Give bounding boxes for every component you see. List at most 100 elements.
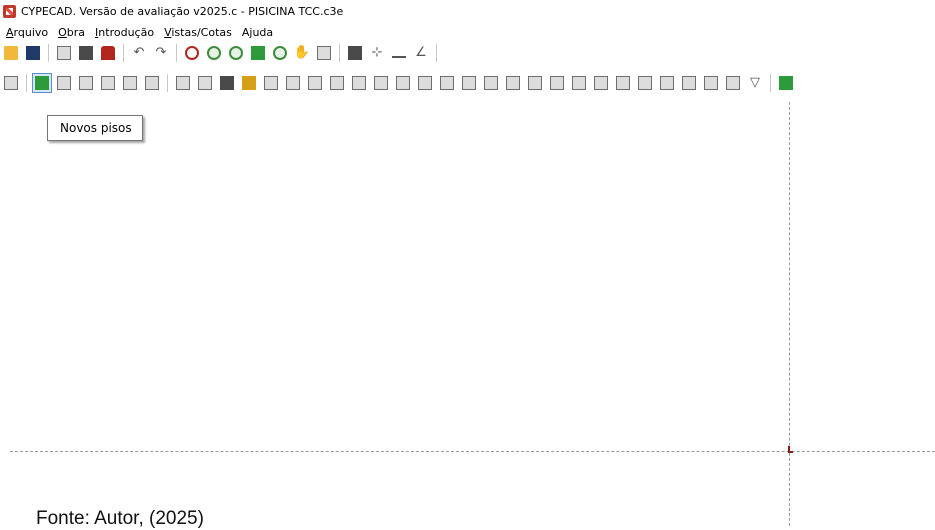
merge-button[interactable] — [591, 73, 611, 93]
dimension-icon — [392, 48, 406, 58]
wall-icon — [286, 76, 300, 90]
save-button[interactable] — [23, 43, 43, 63]
beam-button[interactable] — [261, 73, 281, 93]
redo-button[interactable]: ↷ — [151, 43, 171, 63]
magnet-button[interactable] — [98, 43, 118, 63]
slab-icon — [308, 76, 322, 90]
calculate-button[interactable] — [776, 73, 796, 93]
toolbar-separator — [339, 44, 340, 62]
align-icon — [572, 76, 586, 90]
opening-button[interactable] — [327, 73, 347, 93]
undo-button[interactable]: ↶ — [129, 43, 149, 63]
loads-icon — [462, 76, 476, 90]
snap-button[interactable]: ⊹ — [367, 43, 387, 63]
open-button[interactable] — [1, 43, 21, 63]
zoom-all-button[interactable] — [204, 43, 224, 63]
slab-button[interactable] — [305, 73, 325, 93]
k-icon — [616, 76, 630, 90]
tree-button[interactable] — [723, 73, 743, 93]
column-data-button[interactable] — [195, 73, 215, 93]
loads-button[interactable] — [459, 73, 479, 93]
zoom-previous-icon — [229, 46, 243, 60]
foundation-icon — [220, 76, 234, 90]
zoom-out-button[interactable] — [270, 43, 290, 63]
toolbar-separator — [26, 74, 27, 92]
new-floors-icon — [35, 76, 49, 90]
toolbar-separator — [123, 44, 124, 62]
copy-floors-button[interactable] — [98, 73, 118, 93]
menu-obra[interactable]: Obra — [54, 26, 89, 39]
delete-floors-button[interactable] — [76, 73, 96, 93]
table-icon — [528, 76, 542, 90]
wall-support-button[interactable] — [701, 73, 721, 93]
magnet-icon — [101, 46, 115, 60]
opening-icon — [330, 76, 344, 90]
split-button[interactable] — [547, 73, 567, 93]
merge-icon — [594, 76, 608, 90]
ribbed-icon — [418, 76, 432, 90]
edit-icon — [484, 76, 498, 90]
cypecad-app-icon[interactable] — [3, 4, 16, 18]
toolbar-separator — [176, 44, 177, 62]
floor-groups-button[interactable] — [142, 73, 162, 93]
floors-button[interactable] — [1, 73, 21, 93]
foundation-button[interactable] — [217, 73, 237, 93]
view-button[interactable] — [314, 43, 334, 63]
floor-data-button[interactable] — [120, 73, 140, 93]
view-icon — [317, 46, 331, 60]
table-button[interactable] — [525, 73, 545, 93]
floors-icon — [4, 76, 18, 90]
dimension-button[interactable] — [389, 43, 409, 63]
menu-vistas-cotas[interactable]: Vistas/Cotas — [160, 26, 236, 39]
horizontal-guide-line — [10, 451, 935, 452]
redo-icon: ↷ — [155, 45, 167, 60]
copy-floors-icon — [101, 76, 115, 90]
filter-button[interactable]: ▽ — [745, 73, 765, 93]
load-icon — [242, 76, 256, 90]
gradient-icon — [660, 76, 674, 90]
redraw-button[interactable] — [248, 43, 268, 63]
wall-button[interactable] — [283, 73, 303, 93]
panel-button[interactable] — [393, 73, 413, 93]
load-button[interactable] — [239, 73, 259, 93]
zoom-previous-button[interactable] — [226, 43, 246, 63]
angle-button[interactable]: ∠ — [411, 43, 431, 63]
tree-icon — [726, 76, 740, 90]
new-floors-button[interactable] — [32, 73, 52, 93]
print-button[interactable] — [54, 43, 74, 63]
move-button[interactable] — [503, 73, 523, 93]
toolbar-separator — [167, 74, 168, 92]
pan-icon: ✋ — [293, 45, 311, 60]
move-icon — [506, 76, 520, 90]
window-title: CYPECAD. Versão de avaliação v2025.c - P… — [21, 4, 344, 18]
ribbed-button[interactable] — [415, 73, 435, 93]
print-icon — [57, 46, 71, 60]
menu-arquivo[interactable]: Arquivo — [2, 26, 52, 39]
stair-icon — [352, 76, 366, 90]
menu-ajuda[interactable]: Ajuda — [238, 26, 277, 39]
menu-introducao[interactable]: Introdução — [91, 26, 158, 39]
undo-icon: ↶ — [133, 45, 145, 60]
save-icon — [26, 46, 40, 60]
k-button[interactable] — [613, 73, 633, 93]
toolbar-separator — [48, 44, 49, 62]
pan-button[interactable]: ✋ — [292, 43, 312, 63]
edit-button[interactable] — [481, 73, 501, 93]
tooltip: Novos pisos — [47, 115, 143, 141]
hollow-button[interactable] — [437, 73, 457, 93]
angle-icon: ∠ — [415, 45, 427, 60]
align-button[interactable] — [569, 73, 589, 93]
zoom-window-button[interactable] — [182, 43, 202, 63]
stair-button[interactable] — [349, 73, 369, 93]
edit-floors-button[interactable] — [54, 73, 74, 93]
layout-button[interactable] — [76, 43, 96, 63]
zoom-window-icon — [185, 46, 199, 60]
column-button[interactable] — [173, 73, 193, 93]
support-button[interactable] — [679, 73, 699, 93]
gradient-button[interactable] — [657, 73, 677, 93]
joist-button[interactable] — [371, 73, 391, 93]
formula-button[interactable] — [635, 73, 655, 93]
binoculars-button[interactable] — [345, 43, 365, 63]
hollow-icon — [440, 76, 454, 90]
support-icon — [682, 76, 696, 90]
